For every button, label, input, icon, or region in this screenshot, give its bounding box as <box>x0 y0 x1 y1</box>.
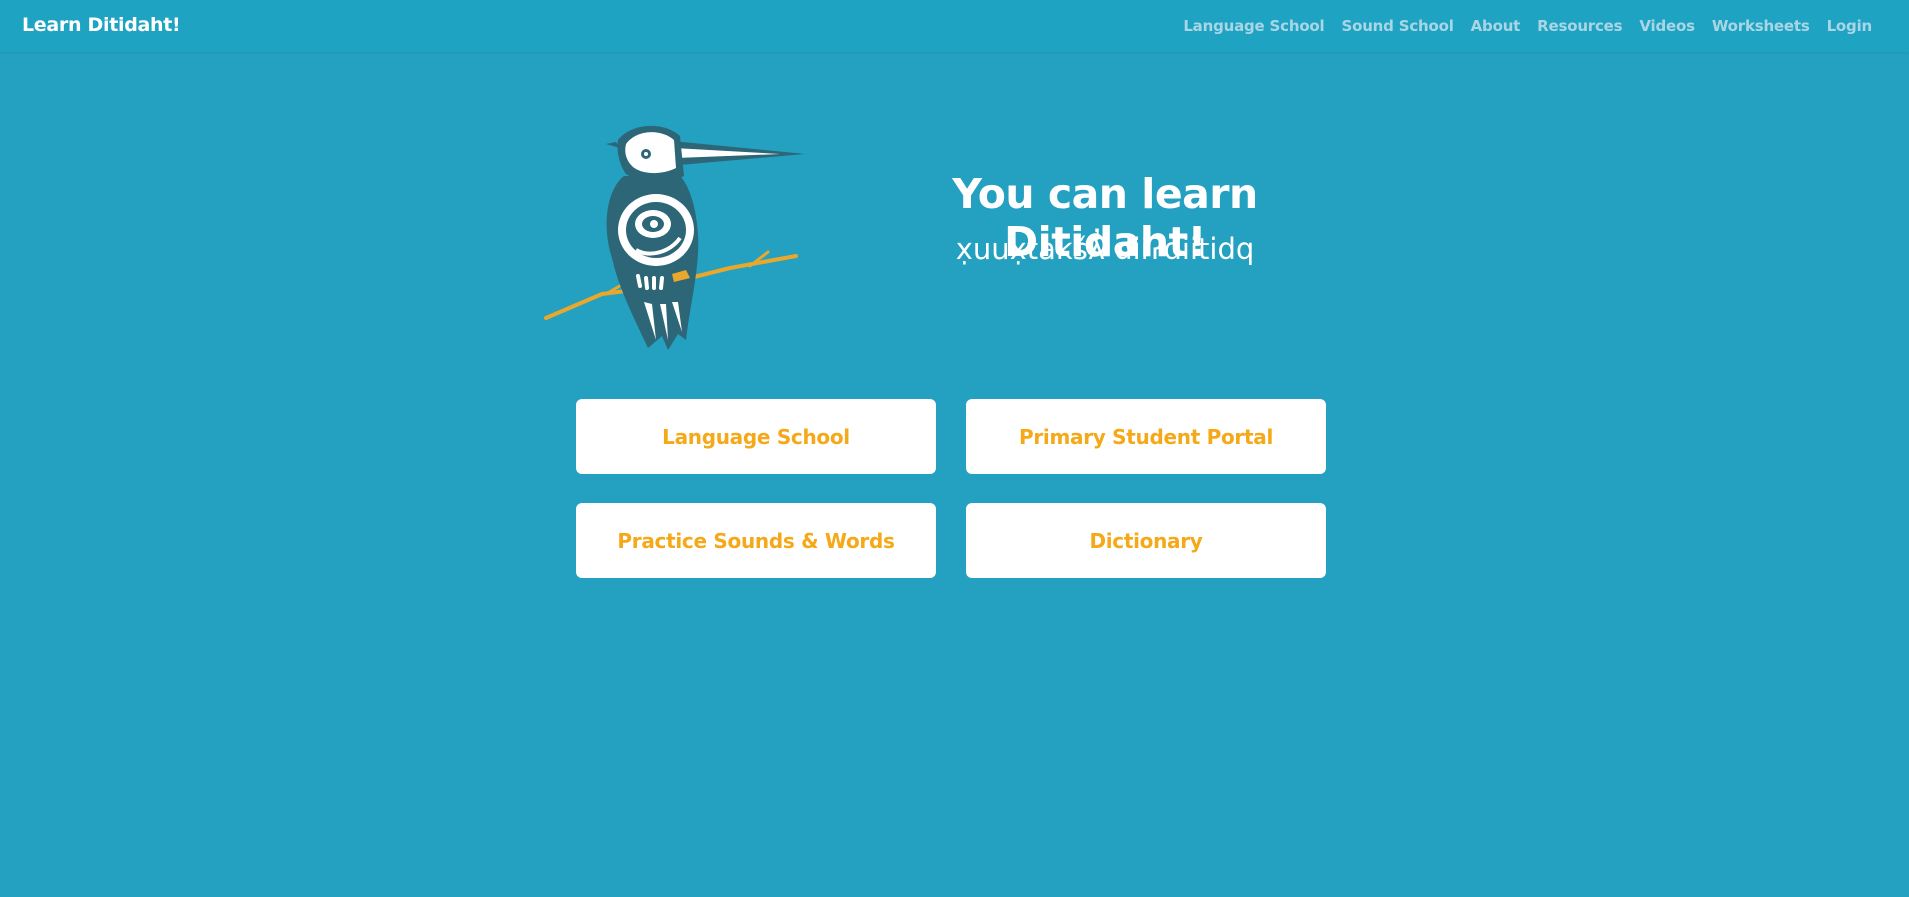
nav-language-school[interactable]: Language School <box>1183 17 1324 35</box>
primary-student-portal-button[interactable]: Primary Student Portal <box>966 399 1326 474</box>
dictionary-button[interactable]: Dictionary <box>966 503 1326 578</box>
language-school-button[interactable]: Language School <box>576 399 936 474</box>
practice-sounds-words-button[interactable]: Practice Sounds & Words <box>576 503 936 578</box>
nav-videos[interactable]: Videos <box>1639 17 1695 35</box>
nav-about[interactable]: About <box>1471 17 1521 35</box>
hero-subtitle: x̣uux̣takšƛ̓ diiʔdiitidq <box>955 232 1255 266</box>
nav-worksheets[interactable]: Worksheets <box>1712 17 1810 35</box>
brand-link[interactable]: Learn Ditidaht! <box>22 14 181 36</box>
main-nav: Language School Sound School About Resou… <box>1183 17 1872 35</box>
nav-sound-school[interactable]: Sound School <box>1341 17 1453 35</box>
top-navbar: Learn Ditidaht! Language School Sound Sc… <box>0 0 1909 52</box>
nav-login[interactable]: Login <box>1827 17 1873 35</box>
kingfisher-bird-illustration <box>544 125 805 350</box>
nav-resources[interactable]: Resources <box>1537 17 1622 35</box>
